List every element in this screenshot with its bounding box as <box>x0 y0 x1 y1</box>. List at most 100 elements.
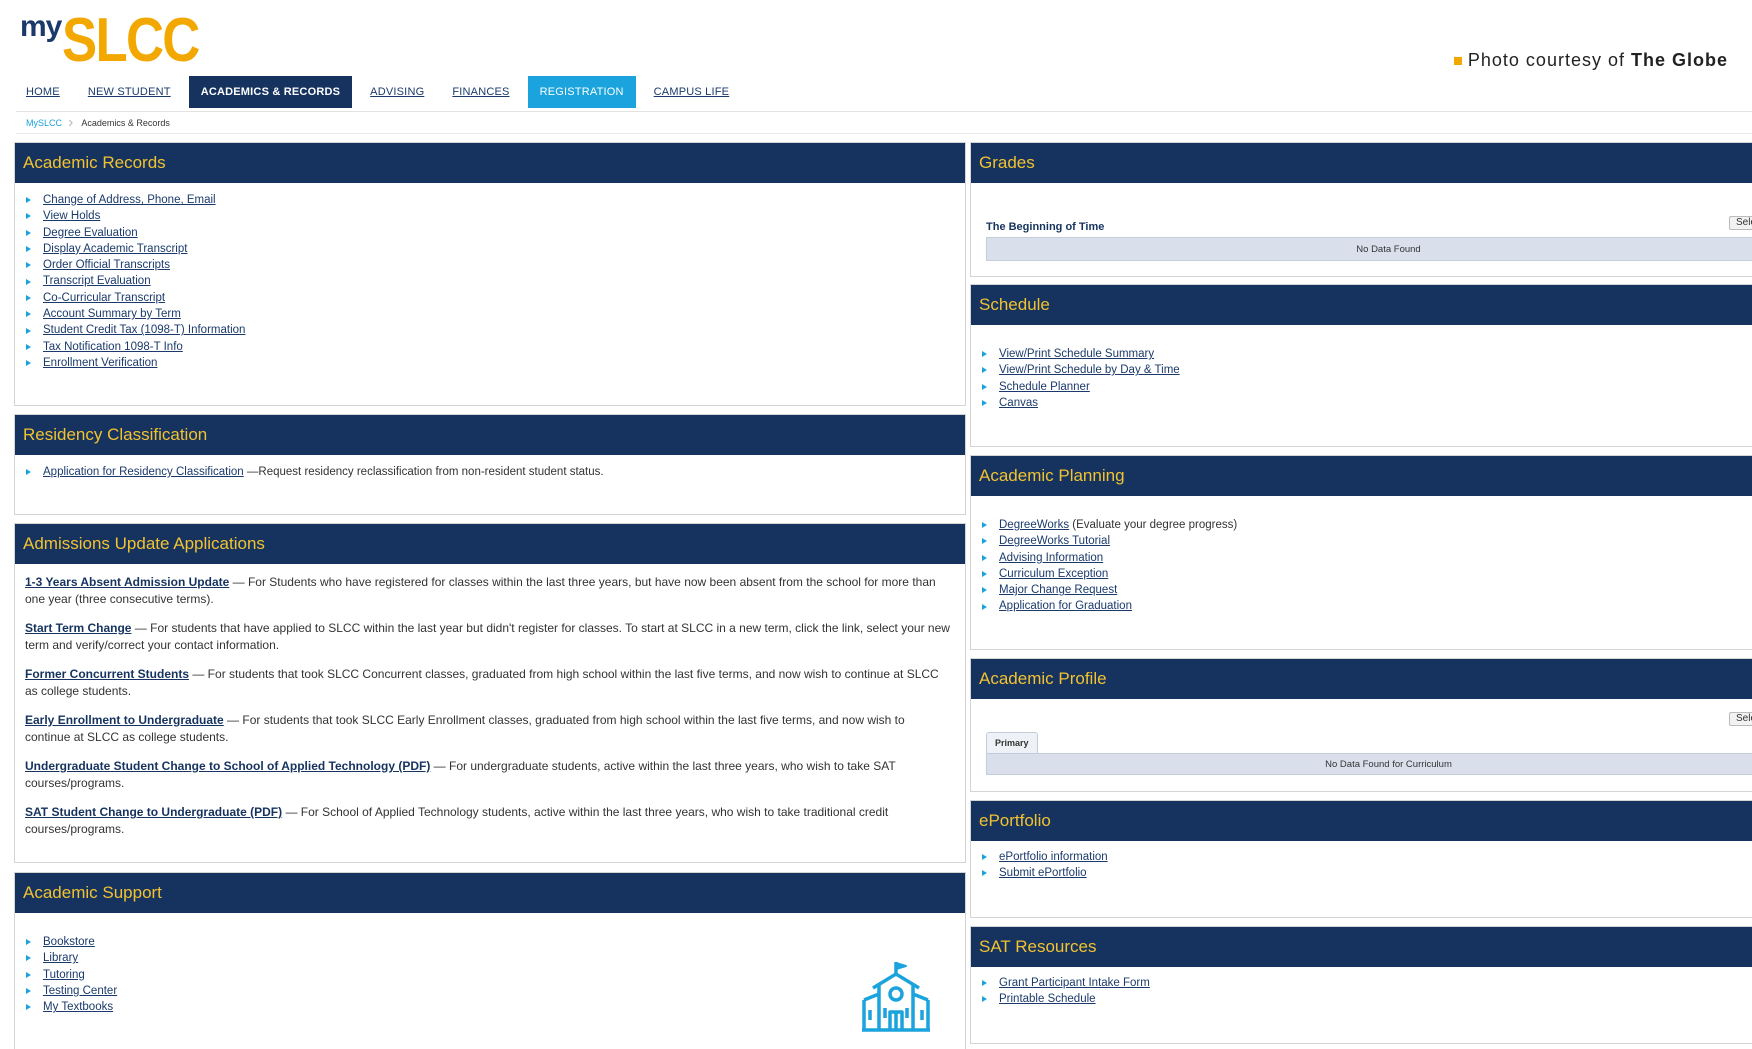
logo-slcc-text: SLCC <box>62 6 200 75</box>
link-degreeworks[interactable]: DegreeWorks <box>999 517 1069 533</box>
admission-item: Former Concurrent Students — For student… <box>25 666 951 700</box>
link-transcript-evaluation[interactable]: Transcript Evaluation <box>43 273 151 289</box>
panel-title: Academic Support <box>23 883 162 902</box>
list-item: Degree Evaluation <box>25 225 955 241</box>
grades-empty-message: No Data Found <box>986 237 1752 261</box>
panel-header: Admissions Update Applications <box>15 524 965 564</box>
link-submit-eportfolio[interactable]: Submit ePortfolio <box>999 865 1087 881</box>
tab-primary[interactable]: Primary <box>986 732 1038 753</box>
arrow-right-icon <box>26 971 31 978</box>
nav-home[interactable]: HOME <box>16 76 70 108</box>
link-degree-evaluation[interactable]: Degree Evaluation <box>43 225 138 241</box>
profile-select-button[interactable]: Select <box>1729 712 1752 726</box>
list-item: Account Summary by Term <box>25 306 955 322</box>
admission-desc: — For students that have applied to SLCC… <box>25 621 950 652</box>
admission-item: Undergraduate Student Change to School o… <box>25 758 951 792</box>
link-grant-intake-form[interactable]: Grant Participant Intake Form <box>999 975 1150 991</box>
list-item: DegreeWorks Tutorial <box>981 533 1752 549</box>
admissions-panel: Admissions Update Applications 1-3 Years… <box>14 523 966 863</box>
nav-advising[interactable]: ADVISING <box>360 76 434 108</box>
panel-header: ePortfolio <box>971 801 1752 841</box>
link-undergrad-to-sat[interactable]: Undergraduate Student Change to School o… <box>25 759 430 773</box>
panel-title: Academic Planning <box>979 466 1125 485</box>
link-change-address[interactable]: Change of Address, Phone, Email <box>43 192 216 208</box>
list-item: Application for Residency Classification… <box>25 464 955 480</box>
breadcrumb: MySLCC › Academics & Records <box>26 114 170 132</box>
nav-finances[interactable]: FINANCES <box>442 76 519 108</box>
link-testing-center[interactable]: Testing Center <box>43 983 117 999</box>
link-major-change[interactable]: Major Change Request <box>999 582 1117 598</box>
link-printable-schedule[interactable]: Printable Schedule <box>999 991 1096 1007</box>
list-item: Bookstore <box>25 934 955 950</box>
panel-header: Schedule <box>971 285 1752 325</box>
list-item: Testing Center <box>25 983 955 999</box>
link-1098t-notification[interactable]: Tax Notification 1098-T Info <box>43 339 183 355</box>
list-item: Tax Notification 1098-T Info <box>25 339 955 355</box>
link-schedule-planner[interactable]: Schedule Planner <box>999 379 1090 395</box>
list-item: Canvas <box>981 395 1752 411</box>
link-enrollment-verification[interactable]: Enrollment Verification <box>43 355 157 371</box>
link-sat-to-undergrad[interactable]: SAT Student Change to Undergraduate (PDF… <box>25 805 282 819</box>
link-view-holds[interactable]: View Holds <box>43 208 100 224</box>
arrow-right-icon <box>26 197 31 204</box>
link-advising-info[interactable]: Advising Information <box>999 550 1103 566</box>
link-library[interactable]: Library <box>43 950 78 966</box>
link-academic-transcript[interactable]: Display Academic Transcript <box>43 241 187 257</box>
term-select-button[interactable]: Select <box>1729 216 1752 230</box>
link-account-summary[interactable]: Account Summary by Term <box>43 306 181 322</box>
panel-header: Academic Planning <box>971 456 1752 496</box>
breadcrumb-chevron-icon: › <box>68 114 74 131</box>
credit-prefix: Photo courtesy of <box>1467 50 1625 70</box>
list-item: Student Credit Tax (1098-T) Information <box>25 322 955 338</box>
link-start-term-change[interactable]: Start Term Change <box>25 621 131 635</box>
term-label: The Beginning of Time <box>986 221 1105 233</box>
panel-title: ePortfolio <box>979 811 1051 830</box>
list-item: Major Change Request <box>981 582 1752 598</box>
nav-campus-life[interactable]: CAMPUS LIFE <box>644 76 740 108</box>
link-schedule-summary[interactable]: View/Print Schedule Summary <box>999 346 1154 362</box>
link-co-curricular[interactable]: Co-Curricular Transcript <box>43 290 165 306</box>
link-eportfolio-info[interactable]: ePortfolio information <box>999 849 1108 865</box>
arrow-right-icon <box>982 367 987 374</box>
link-early-enrollment[interactable]: Early Enrollment to Undergraduate <box>25 713 224 727</box>
arrow-right-icon <box>26 360 31 367</box>
link-degreeworks-tutorial[interactable]: DegreeWorks Tutorial <box>999 533 1110 549</box>
academic-profile-panel: Academic Profile Select Primary No Data … <box>970 658 1752 792</box>
photo-credit: Photo courtesy of The Globe <box>1453 50 1728 71</box>
list-item: Printable Schedule <box>981 991 1752 1007</box>
list-item: Co-Curricular Transcript <box>25 290 955 306</box>
residency-panel: Residency Classification Application for… <box>14 414 966 515</box>
breadcrumb-root[interactable]: MySLCC <box>26 118 62 128</box>
nav-academics-records[interactable]: ACADEMICS & RECORDS <box>188 76 353 108</box>
link-1098t-info[interactable]: Student Credit Tax (1098-T) Information <box>43 322 245 338</box>
arrow-right-icon <box>982 854 987 861</box>
credit-square-icon <box>1453 56 1462 65</box>
arrow-right-icon <box>982 980 987 987</box>
eportfolio-panel: ePortfolio ePortfolio information Submit… <box>970 800 1752 918</box>
profile-empty-message: No Data Found for Curriculum <box>986 753 1752 775</box>
list-item: Change of Address, Phone, Email <box>25 192 955 208</box>
link-canvas[interactable]: Canvas <box>999 395 1038 411</box>
arrow-right-icon <box>26 343 31 350</box>
nav-registration[interactable]: REGISTRATION <box>527 76 636 108</box>
academic-planning-panel: Academic Planning DegreeWorks (Evaluate … <box>970 455 1752 650</box>
panel-title: Academic Records <box>23 153 166 172</box>
list-item: View/Print Schedule by Day & Time <box>981 362 1752 378</box>
link-graduation-application[interactable]: Application for Graduation <box>999 598 1132 614</box>
link-bookstore[interactable]: Bookstore <box>43 934 95 950</box>
arrow-right-icon <box>982 603 987 610</box>
arrow-right-icon <box>26 294 31 301</box>
arrow-right-icon <box>26 469 31 476</box>
link-tutoring[interactable]: Tutoring <box>43 967 85 983</box>
link-curriculum-exception[interactable]: Curriculum Exception <box>999 566 1108 582</box>
link-residency-application[interactable]: Application for Residency Classification <box>43 464 244 480</box>
arrow-right-icon <box>26 229 31 236</box>
panel-header: Academic Support <box>15 873 965 913</box>
nav-new-student[interactable]: NEW STUDENT <box>78 76 181 108</box>
arrow-right-icon <box>26 262 31 269</box>
link-schedule-day-time[interactable]: View/Print Schedule by Day & Time <box>999 362 1180 378</box>
link-my-textbooks[interactable]: My Textbooks <box>43 999 113 1015</box>
link-former-concurrent[interactable]: Former Concurrent Students <box>25 667 189 681</box>
link-order-transcripts[interactable]: Order Official Transcripts <box>43 257 170 273</box>
link-absent-admission[interactable]: 1-3 Years Absent Admission Update <box>25 575 229 589</box>
